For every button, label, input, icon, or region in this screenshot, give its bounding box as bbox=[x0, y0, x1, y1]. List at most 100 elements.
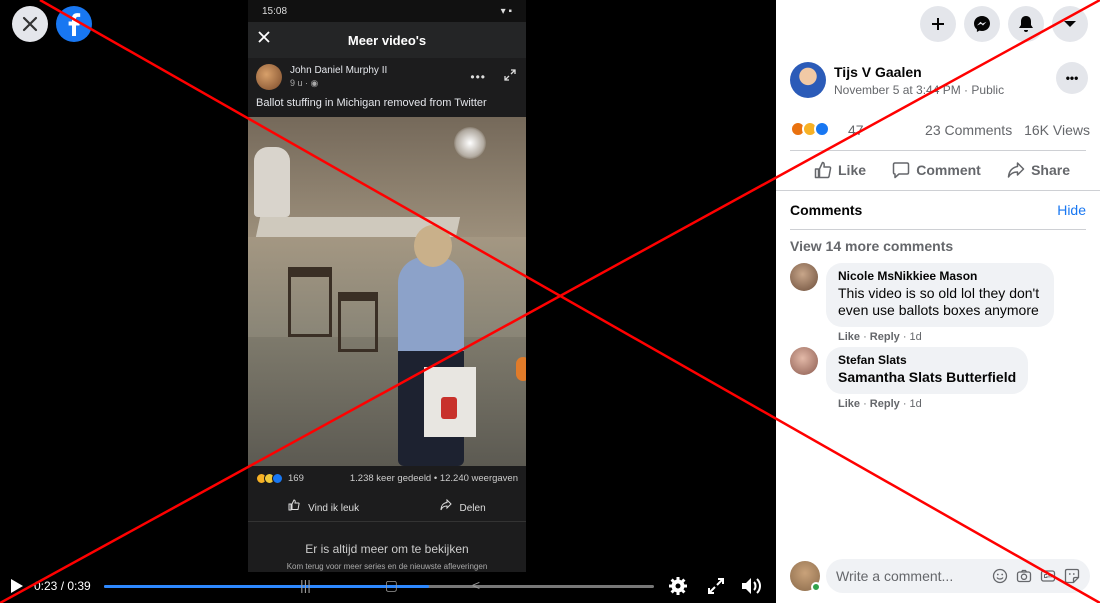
thumbs-up-icon bbox=[288, 498, 303, 514]
comment-icon bbox=[893, 162, 910, 179]
comments-title: Comments bbox=[790, 202, 863, 218]
video-frame bbox=[248, 117, 526, 466]
gif-icon[interactable] bbox=[1040, 568, 1056, 584]
more-to-watch-title: Er is altijd meer om te bekijken bbox=[305, 542, 469, 556]
status-icons: ▾ ▪ bbox=[500, 5, 512, 17]
phone-share-label: Delen bbox=[459, 502, 486, 514]
comment-like-link[interactable]: Like bbox=[838, 398, 860, 410]
comments-header: Comments Hide bbox=[790, 202, 1086, 218]
comments-count[interactable]: 23 Comments bbox=[925, 122, 1012, 138]
more-options-icon: ••• bbox=[470, 70, 486, 84]
comment-item: Stefan Slats Samantha Slats Butterfield … bbox=[790, 347, 1029, 410]
share-icon bbox=[440, 498, 455, 514]
top-actions bbox=[920, 6, 1088, 42]
post-panel: Tijs V Gaalen November 5 at 3:44 PM · Pu… bbox=[776, 0, 1100, 603]
like-label: Like bbox=[838, 162, 867, 178]
close-viewer-button[interactable] bbox=[12, 6, 48, 42]
post-stats: 47 23 Comments 16K Views bbox=[790, 121, 1090, 139]
reaction-count: 47 bbox=[848, 122, 864, 138]
phone-post-stats: 169 1.238 keer gedeeld • 12.240 weergave… bbox=[248, 466, 526, 490]
plus-icon bbox=[932, 18, 944, 30]
gear-icon bbox=[669, 577, 687, 595]
comment-author[interactable]: Stefan Slats bbox=[838, 353, 1016, 367]
post-meta: November 5 at 3:44 PM · Public bbox=[834, 82, 1005, 97]
post-options-button[interactable]: ••• bbox=[1056, 62, 1088, 94]
avatar[interactable] bbox=[790, 347, 818, 375]
fullscreen-button[interactable] bbox=[707, 577, 725, 600]
status-time: 15:08 bbox=[262, 5, 288, 17]
avatar[interactable] bbox=[790, 263, 818, 291]
view-more-comments-link[interactable]: View 14 more comments bbox=[790, 238, 953, 254]
comment-time[interactable]: 1d bbox=[910, 398, 922, 410]
phone-nav-bar: ||| ▢ < bbox=[300, 577, 480, 594]
comment-text: This video is so old lol they don't even… bbox=[838, 285, 1040, 318]
phone-post-caption: Ballot stuffing in Michigan removed from… bbox=[256, 97, 487, 109]
play-icon bbox=[11, 579, 23, 593]
thumbs-up-icon bbox=[814, 161, 832, 179]
avatar bbox=[790, 561, 821, 592]
phone-reaction-count: 169 bbox=[288, 472, 304, 484]
more-to-watch-subtitle: Kom terug voor meer series en de nieuwst… bbox=[286, 562, 488, 571]
comment-button[interactable]: Comment bbox=[892, 161, 981, 179]
phone-screenshot: 15:08 ▾ ▪ Meer video's John Daniel Murph… bbox=[248, 0, 526, 572]
like-react-icon bbox=[814, 121, 830, 137]
share-label: Share bbox=[1031, 162, 1070, 178]
comment-reply-link[interactable]: Reply bbox=[870, 398, 900, 410]
comment-placeholder: Write a comment... bbox=[836, 568, 954, 584]
fullscreen-icon bbox=[708, 578, 724, 594]
phone-post-author: John Daniel Murphy II bbox=[290, 65, 388, 76]
close-icon bbox=[22, 16, 38, 32]
views-count: 16K Views bbox=[1024, 122, 1090, 138]
comment-input[interactable]: Write a comment... bbox=[826, 559, 1090, 593]
notifications-button[interactable] bbox=[1008, 6, 1044, 42]
camera-icon[interactable] bbox=[1016, 568, 1032, 584]
share-button[interactable]: Share bbox=[1007, 161, 1070, 179]
comment-author[interactable]: Nicole MsNikkiee Mason bbox=[838, 269, 1042, 283]
comment-reply-link[interactable]: Reply bbox=[870, 331, 900, 343]
video-viewer: 15:08 ▾ ▪ Meer video's John Daniel Murph… bbox=[0, 0, 776, 603]
video-controls: 0:23 / 0:39 ||| ▢ < bbox=[0, 572, 776, 603]
home-icon: ▢ bbox=[384, 577, 398, 593]
like-react-icon bbox=[272, 472, 283, 484]
messenger-icon bbox=[974, 16, 990, 32]
write-comment-row: Write a comment... bbox=[790, 559, 1090, 593]
like-button[interactable]: Like bbox=[814, 161, 866, 179]
phone-share-views: 1.238 keer gedeeld • 12.240 weergaven bbox=[349, 472, 518, 484]
globe-icon: ◉ bbox=[310, 78, 319, 88]
more-options-icon: ••• bbox=[1065, 71, 1079, 85]
emoji-icon[interactable] bbox=[992, 568, 1008, 584]
share-icon bbox=[1007, 162, 1025, 178]
phone-status-bar: 15:08 ▾ ▪ bbox=[248, 0, 526, 22]
settings-button[interactable] bbox=[668, 576, 688, 601]
phone-post-actions: Vind ik leuk Delen bbox=[248, 492, 526, 520]
phone-like-label: Vind ik leuk bbox=[308, 502, 360, 514]
bell-icon bbox=[1019, 16, 1033, 32]
comment-item: Nicole MsNikkiee Mason This video is so … bbox=[790, 263, 1054, 343]
phone-post-time: 9 u · bbox=[290, 78, 311, 88]
phone-like-button: Vind ik leuk bbox=[288, 498, 360, 514]
post-actions: Like Comment Share bbox=[790, 152, 1086, 188]
comment-time[interactable]: 1d bbox=[910, 331, 922, 343]
reactions-summary[interactable] bbox=[790, 121, 830, 137]
close-icon[interactable] bbox=[258, 31, 270, 46]
avatar[interactable] bbox=[790, 62, 826, 98]
phone-post-header: John Daniel Murphy II 9 u · ◉ ••• bbox=[248, 58, 526, 96]
play-button[interactable] bbox=[10, 578, 24, 599]
post-author-name[interactable]: Tijs V Gaalen bbox=[834, 64, 1004, 80]
post-author-block: Tijs V Gaalen November 5 at 3:44 PM · Pu… bbox=[790, 62, 1004, 98]
caret-down-icon bbox=[1064, 21, 1076, 27]
account-menu-button[interactable] bbox=[1052, 6, 1088, 42]
volume-button[interactable] bbox=[740, 576, 762, 601]
recent-apps-icon: ||| bbox=[300, 577, 311, 593]
avatar bbox=[256, 64, 282, 90]
create-button[interactable] bbox=[920, 6, 956, 42]
messenger-button[interactable] bbox=[964, 6, 1000, 42]
expand-icon bbox=[504, 68, 516, 86]
sticker-icon[interactable] bbox=[1064, 568, 1080, 584]
comment-like-link[interactable]: Like bbox=[838, 331, 860, 343]
facebook-logo-icon[interactable] bbox=[56, 6, 92, 42]
phone-share-button: Delen bbox=[440, 498, 486, 514]
volume-icon bbox=[742, 578, 761, 594]
hide-comments-link[interactable]: Hide bbox=[1057, 202, 1086, 218]
comment-text: Samantha Slats Butterfield bbox=[838, 369, 1017, 385]
